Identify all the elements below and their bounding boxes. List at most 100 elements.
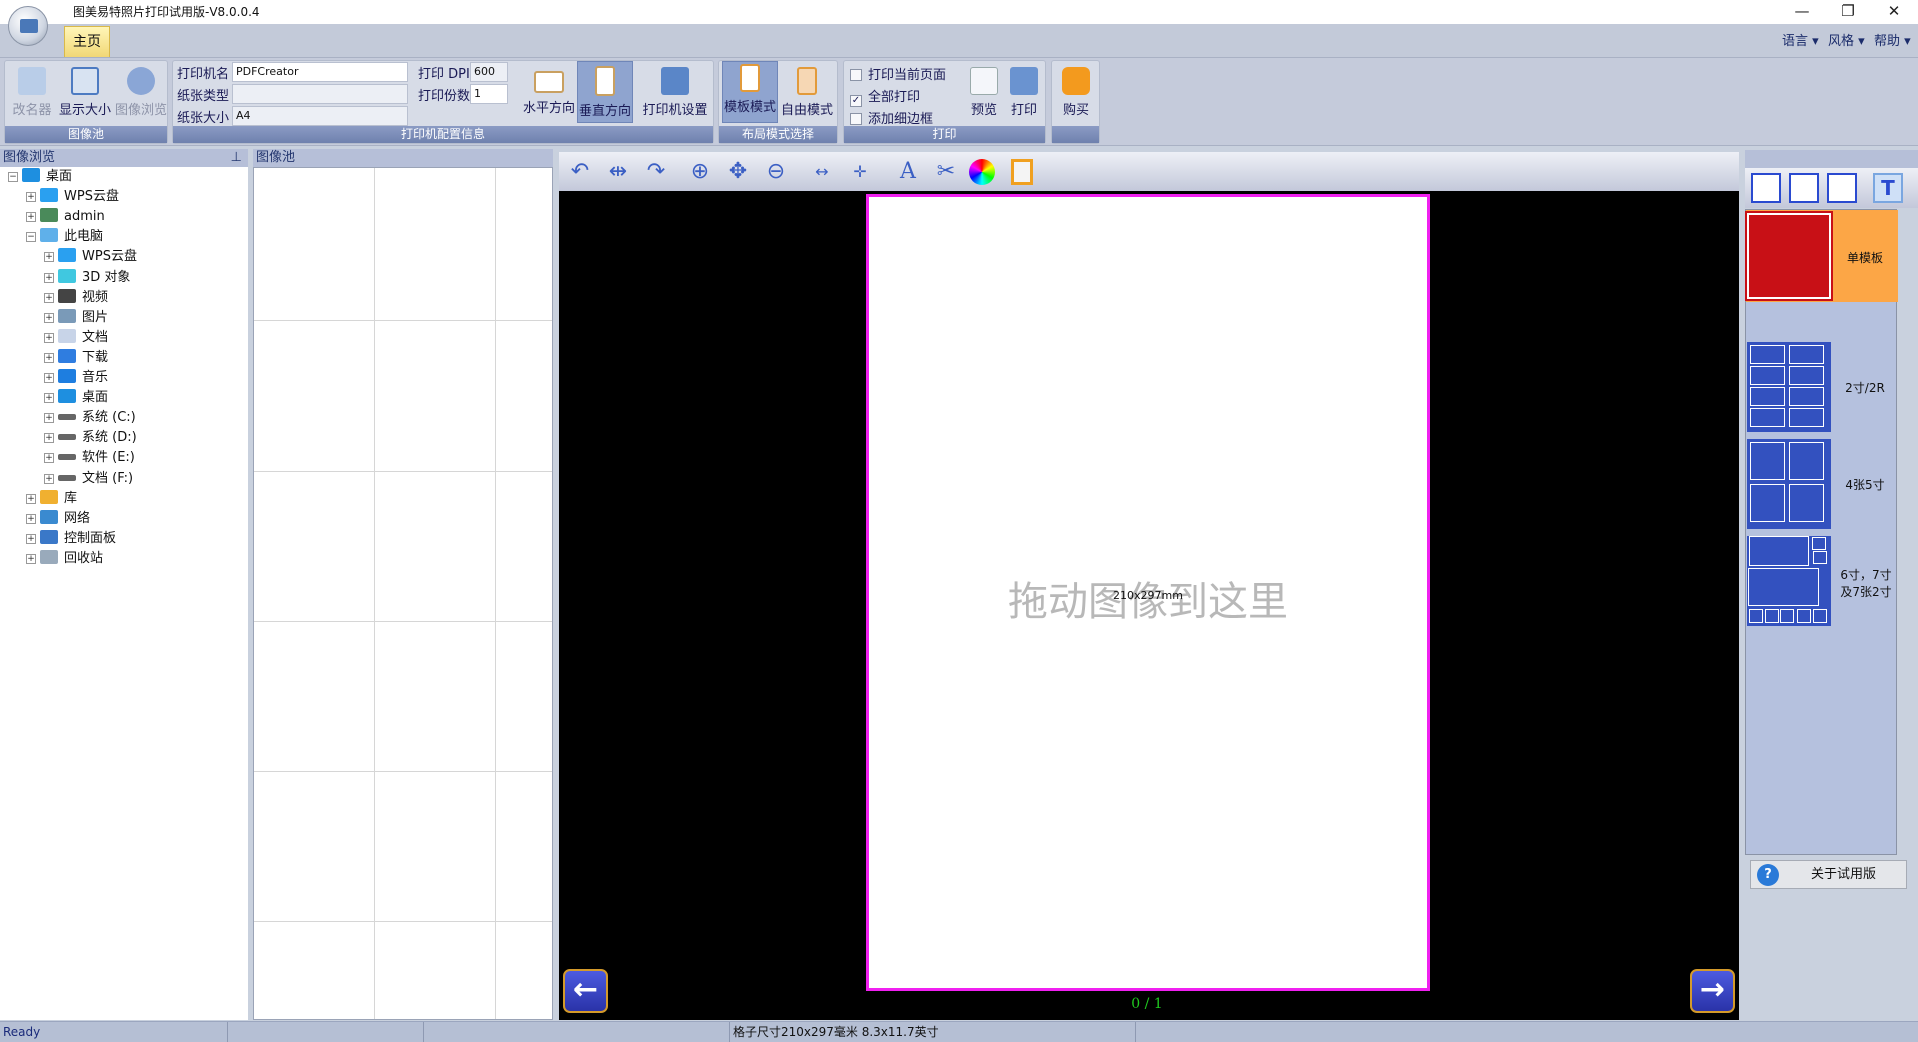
tree-node[interactable]: + WPS云盘 — [26, 187, 119, 207]
zoom-out-icon[interactable]: ⊖ — [761, 157, 791, 187]
tree-node[interactable]: + 系统 (D:) — [44, 428, 137, 448]
template-item-4x5[interactable]: 4张5寸 — [1746, 439, 1898, 529]
tree-node-label: 图片 — [82, 309, 109, 325]
zoom-in-icon[interactable]: ⊕ — [685, 157, 715, 187]
about-trial-button[interactable]: ? 关于试用版 — [1750, 860, 1907, 889]
expand-icon[interactable]: + — [44, 433, 54, 444]
image-browse-button[interactable]: 图像浏览 — [113, 65, 169, 118]
zoom-fit-icon[interactable]: ✥ — [723, 157, 753, 187]
display-size-button[interactable]: 显示大小 — [57, 65, 113, 118]
rename-button[interactable]: 改名器 — [7, 65, 57, 118]
tree-node-label: 库 — [64, 490, 78, 506]
expand-icon[interactable]: + — [26, 533, 36, 544]
rotate-left-icon[interactable]: ↶ — [565, 157, 595, 187]
tree-node-label: 3D 对象 — [82, 269, 131, 285]
rotate-right-icon[interactable]: ↷ — [641, 157, 671, 187]
close-button[interactable]: ✕ — [1872, 0, 1916, 24]
menu-language[interactable]: 语言 ▾ — [1782, 30, 1819, 49]
canvas-toolbar: ↶ ⇹ ↷ ⊕ ✥ ⊖ ↔ ✛ A ✂ — [559, 152, 1739, 191]
preview-button[interactable]: 预览 — [964, 65, 1004, 118]
print-all-checkbox[interactable]: ✓ 全部打印 — [850, 86, 920, 107]
menu-style-label: 风格 — [1828, 34, 1855, 49]
color-wheel-icon[interactable] — [969, 159, 995, 185]
add-border-checkbox[interactable]: 添加细边框 — [850, 108, 933, 127]
frame-icon[interactable] — [1011, 159, 1033, 185]
print-current-checkbox[interactable]: 打印当前页面 — [850, 64, 946, 83]
next-page-button[interactable]: → — [1690, 969, 1735, 1013]
tree-node[interactable]: − 桌面 — [8, 167, 72, 187]
paper-type-select[interactable] — [232, 84, 408, 104]
tree-node[interactable]: + 网络 — [26, 509, 90, 529]
fit-all-icon[interactable]: ✛ — [845, 157, 875, 187]
tree-node[interactable]: + 音乐 — [44, 368, 108, 388]
add-template-icon[interactable] — [1751, 173, 1781, 203]
download-icon — [58, 348, 76, 363]
expand-icon[interactable]: + — [44, 272, 54, 283]
expand-icon[interactable]: + — [26, 553, 36, 564]
expand-icon[interactable]: + — [44, 393, 54, 404]
tree-node[interactable]: + WPS云盘 — [44, 247, 137, 267]
tree-node[interactable]: + admin — [26, 207, 105, 227]
expand-icon[interactable]: + — [44, 252, 54, 263]
tree-node[interactable]: +3D 对象 — [44, 268, 130, 288]
tree-node[interactable]: + 文档 — [44, 328, 108, 348]
tree-node[interactable]: + 桌面 — [44, 388, 108, 408]
tree-node[interactable]: + 回收站 — [26, 549, 103, 569]
tree-node[interactable]: + 下载 — [44, 348, 108, 368]
status-segment — [424, 1022, 730, 1042]
pin-icon[interactable]: ⊥ — [231, 149, 242, 167]
flip-icon[interactable]: ⇹ — [603, 157, 633, 187]
expand-icon[interactable]: + — [44, 453, 54, 464]
free-mode-button[interactable]: 自由模式 — [779, 65, 835, 118]
collapse-icon[interactable]: − — [26, 232, 36, 243]
menu-style[interactable]: 风格 ▾ — [1828, 30, 1865, 49]
tree-node[interactable]: − 此电脑 — [26, 227, 103, 247]
printer-settings-button[interactable]: 打印机设置 — [639, 65, 711, 118]
copies-stepper[interactable]: 1 — [470, 84, 508, 104]
template-item-mixed[interactable]: 6寸，7寸及7张2寸 — [1746, 536, 1898, 626]
tree-node[interactable]: + 软件 (E:) — [44, 448, 135, 468]
tree-node[interactable]: + 视频 — [44, 288, 108, 308]
minimize-button[interactable]: — — [1780, 0, 1824, 24]
template-mode-button[interactable]: 模板模式 — [722, 61, 778, 123]
expand-icon[interactable]: + — [44, 473, 54, 484]
image-browser-title: 图像浏览 — [3, 150, 56, 165]
prev-page-button[interactable]: ← — [563, 969, 608, 1013]
tree-node[interactable]: + 文档 (F:) — [44, 469, 133, 489]
printer-name-select[interactable]: PDFCreator — [232, 62, 408, 82]
app-menu-button[interactable] — [8, 6, 48, 46]
text-template-icon[interactable]: T — [1873, 173, 1903, 203]
expand-icon[interactable]: + — [44, 312, 54, 323]
expand-icon[interactable]: + — [44, 332, 54, 343]
expand-icon[interactable]: + — [26, 212, 36, 223]
template-item-2r[interactable]: 2寸/2R — [1746, 342, 1898, 432]
expand-icon[interactable]: + — [26, 192, 36, 203]
menu-help[interactable]: 帮助 ▾ — [1874, 30, 1911, 49]
fit-width-icon[interactable]: ↔ — [807, 157, 837, 187]
restore-button[interactable]: ❐ — [1826, 0, 1870, 24]
portrait-button[interactable]: 垂直方向 — [577, 61, 633, 123]
tree-node[interactable]: + 图片 — [44, 308, 108, 328]
expand-icon[interactable]: + — [26, 493, 36, 504]
buy-button[interactable]: 购买 — [1055, 65, 1097, 118]
expand-icon[interactable]: + — [44, 292, 54, 303]
expand-icon[interactable]: + — [44, 373, 54, 383]
template-item-single[interactable]: 单模板 — [1745, 210, 1898, 302]
delete-template-icon[interactable] — [1827, 173, 1857, 203]
tab-home[interactable]: 主页 — [64, 26, 110, 57]
landscape-button[interactable]: 水平方向 — [521, 65, 577, 116]
page-preview[interactable]: 拖动图像到这里 210x297mm — [866, 194, 1430, 991]
tree-node[interactable]: + 控制面板 — [26, 529, 116, 549]
expand-icon[interactable]: + — [44, 413, 54, 424]
expand-icon[interactable]: + — [26, 513, 36, 524]
expand-icon[interactable]: + — [44, 352, 54, 363]
tree-node[interactable]: + 系统 (C:) — [44, 408, 136, 428]
tree-node[interactable]: + 库 — [26, 489, 77, 509]
collapse-icon[interactable]: − — [8, 172, 18, 182]
print-button[interactable]: 打印 — [1004, 65, 1044, 118]
paper-size-select[interactable]: A4 — [232, 106, 408, 126]
text-icon[interactable]: A — [893, 157, 923, 187]
edit-template-icon[interactable] — [1789, 173, 1819, 203]
dpi-field[interactable]: 600 — [470, 62, 508, 82]
scissors-icon[interactable]: ✂ — [931, 157, 961, 187]
